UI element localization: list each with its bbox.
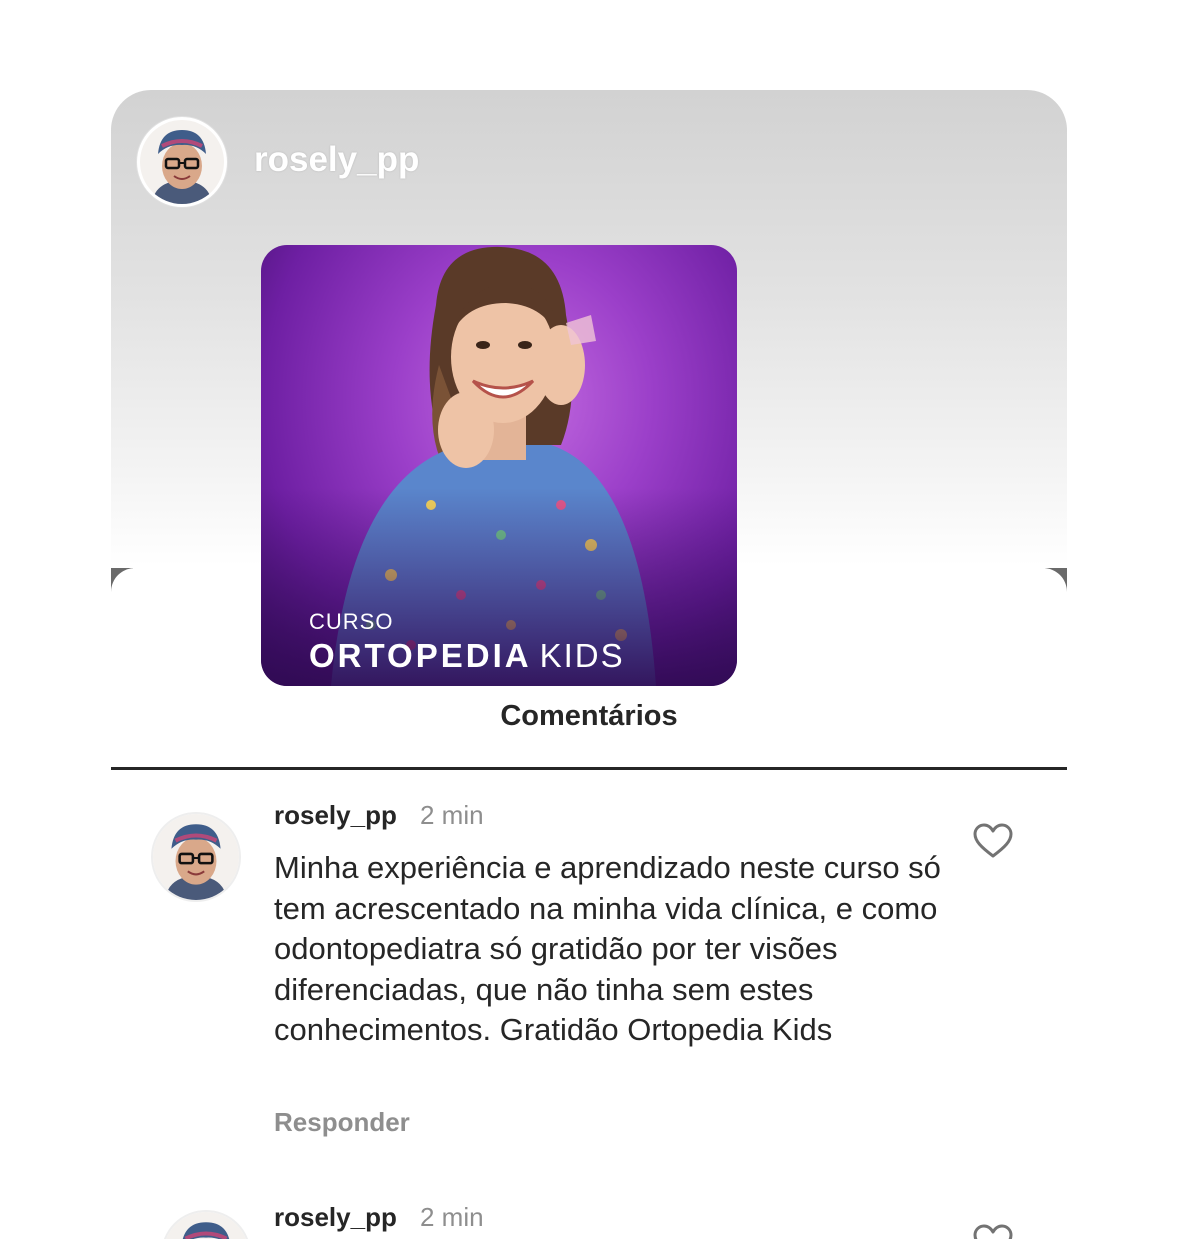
course-title-bold: ORTOPEDIA	[309, 637, 532, 674]
reply-button[interactable]: Responder	[274, 1107, 410, 1138]
comment-avatar[interactable]	[151, 812, 241, 902]
course-title: ORTOPEDIA KIDS	[309, 637, 625, 675]
story-username[interactable]: rosely_pp	[254, 140, 419, 180]
user-avatar-icon	[140, 120, 224, 204]
story-avatar[interactable]	[137, 117, 227, 207]
comment-username[interactable]: rosely_pp	[274, 800, 397, 831]
comment-username[interactable]: rosely_pp	[274, 1202, 397, 1233]
post-image[interactable]: CURSO ORTOPEDIA KIDS	[261, 245, 737, 686]
heart-icon[interactable]	[973, 823, 1013, 859]
comment-text: Minha experiência e aprendizado neste cu…	[274, 850, 941, 1047]
user-avatar-icon	[153, 814, 239, 900]
comment-time: 2 min	[420, 800, 484, 830]
course-label-small: CURSO	[309, 609, 394, 634]
comment-time: 2 min	[420, 1202, 484, 1232]
sheet-title: Comentários	[500, 700, 678, 732]
heart-icon[interactable]	[973, 1224, 1013, 1239]
sheet-divider	[111, 767, 1067, 770]
course-title-light: KIDS	[539, 637, 625, 674]
